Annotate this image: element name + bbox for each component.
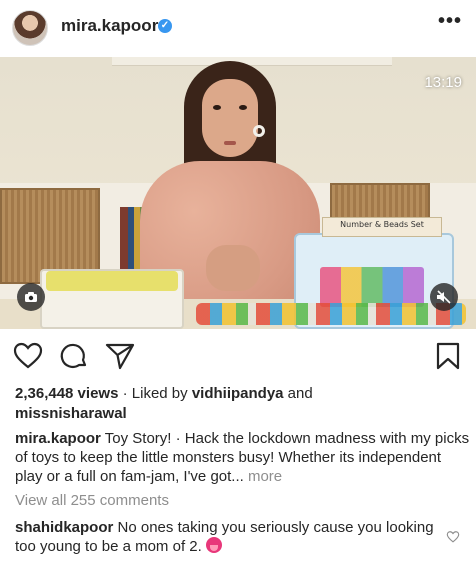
video-timestamp: 13:19 bbox=[424, 74, 462, 91]
stats-separator: · bbox=[122, 385, 128, 402]
views-count[interactable]: 2,36,448 views bbox=[15, 385, 118, 402]
tagged-users-button[interactable] bbox=[17, 283, 45, 311]
header-username[interactable]: mira.kapoor bbox=[61, 16, 158, 36]
bookmark-icon[interactable] bbox=[432, 340, 464, 372]
post-header: mira.kapoor ✓ ••• bbox=[0, 0, 476, 56]
post-video[interactable]: Number & Beads Set 13:19 bbox=[0, 57, 476, 329]
post-caption: mira.kapoor Toy Story! · Hack the lockdo… bbox=[15, 429, 470, 486]
product-label: Number & Beads Set bbox=[340, 220, 424, 229]
caption-username[interactable]: mira.kapoor bbox=[15, 430, 101, 447]
comment-username[interactable]: shahidkapoor bbox=[15, 519, 113, 536]
video-scene-bin-lid bbox=[46, 271, 178, 291]
liked-by-prefix: Liked by bbox=[131, 385, 188, 402]
verified-badge-icon: ✓ bbox=[158, 19, 172, 33]
caption-more-link[interactable]: more bbox=[248, 468, 282, 485]
video-scene-toy-box-label bbox=[320, 267, 424, 307]
heart-icon[interactable] bbox=[12, 340, 44, 372]
camera-icon bbox=[25, 292, 37, 302]
liked-by-user[interactable]: missnisharawal bbox=[15, 405, 127, 422]
muted-speaker-icon bbox=[437, 290, 451, 304]
liked-by-user[interactable]: vidhiipandya bbox=[192, 385, 284, 402]
more-options-button[interactable]: ••• bbox=[438, 10, 462, 33]
view-all-comments-link[interactable]: View all 255 comments bbox=[15, 492, 169, 509]
comment-item: shahidkapoor No ones taking you seriousl… bbox=[15, 518, 435, 556]
comment-bubble-icon[interactable] bbox=[58, 340, 90, 372]
mute-toggle-button[interactable] bbox=[430, 283, 458, 311]
comment-like-heart-icon[interactable] bbox=[446, 530, 460, 544]
liked-by-and: and bbox=[287, 385, 313, 402]
instagram-post: mira.kapoor ✓ ••• Number & Beads Set 13:… bbox=[0, 0, 476, 563]
paper-plane-icon[interactable] bbox=[104, 340, 136, 372]
post-stats: 2,36,448 views · Liked by vidhiipandya a… bbox=[15, 384, 465, 424]
tongue-face-emoji-icon bbox=[205, 537, 222, 553]
action-bar bbox=[0, 336, 476, 376]
avatar[interactable] bbox=[12, 10, 48, 46]
video-scene-toys bbox=[196, 303, 466, 325]
